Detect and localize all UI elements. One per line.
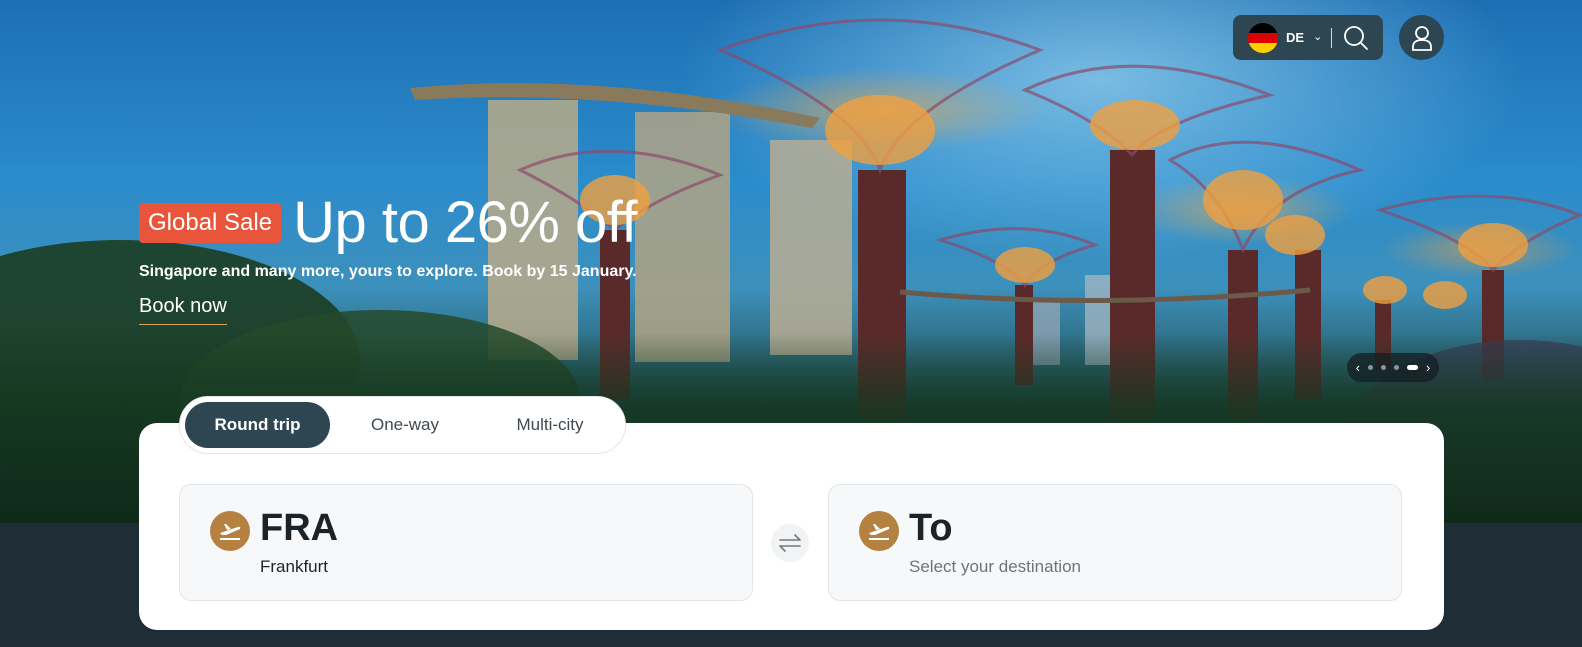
book-now-link[interactable]: Book now (139, 295, 227, 325)
carousel-next-icon[interactable]: › (1426, 360, 1430, 375)
origin-field[interactable]: FRA Frankfurt (179, 484, 753, 601)
destination-code: To (909, 507, 953, 549)
account-button[interactable] (1399, 15, 1444, 60)
locale-code: DE (1286, 30, 1305, 45)
promo-block: Global Sale Up to 26% off Singapore and … (139, 193, 637, 325)
carousel-dot-active[interactable] (1407, 365, 1418, 370)
tab-multi-city[interactable]: Multi-city (480, 402, 620, 448)
sale-badge: Global Sale (139, 203, 282, 243)
carousel-prev-icon[interactable]: ‹ (1356, 360, 1360, 375)
trip-type-tabs: Round trip One-way Multi-city (179, 396, 626, 454)
tab-one-way[interactable]: One-way (330, 402, 480, 448)
plane-takeoff-icon (859, 511, 899, 551)
locale-selector[interactable]: DE ⌄ (1233, 15, 1383, 60)
promo-headline: Up to 26% off (293, 190, 637, 255)
destination-placeholder: Select your destination (909, 557, 1081, 576)
destination-field[interactable]: To Select your destination (828, 484, 1402, 601)
origin-city: Frankfurt (260, 557, 329, 576)
plane-takeoff-icon (210, 511, 250, 551)
divider (1331, 27, 1333, 48)
germany-flag-icon (1248, 22, 1278, 53)
origin-code: FRA (260, 507, 339, 549)
carousel-dot[interactable] (1394, 365, 1399, 370)
promo-subline: Singapore and many more, yours to explor… (139, 263, 637, 280)
carousel-dot[interactable] (1368, 365, 1373, 370)
tab-round-trip[interactable]: Round trip (185, 402, 330, 448)
carousel-dot[interactable] (1381, 365, 1386, 370)
swap-icon (779, 534, 801, 552)
chevron-down-icon: ⌄ (1313, 31, 1323, 43)
user-icon (1411, 25, 1432, 51)
search-icon (1344, 25, 1369, 50)
swap-button[interactable] (771, 524, 809, 562)
search-button[interactable] (1342, 24, 1370, 52)
carousel-controls: ‹ › (1347, 353, 1439, 382)
